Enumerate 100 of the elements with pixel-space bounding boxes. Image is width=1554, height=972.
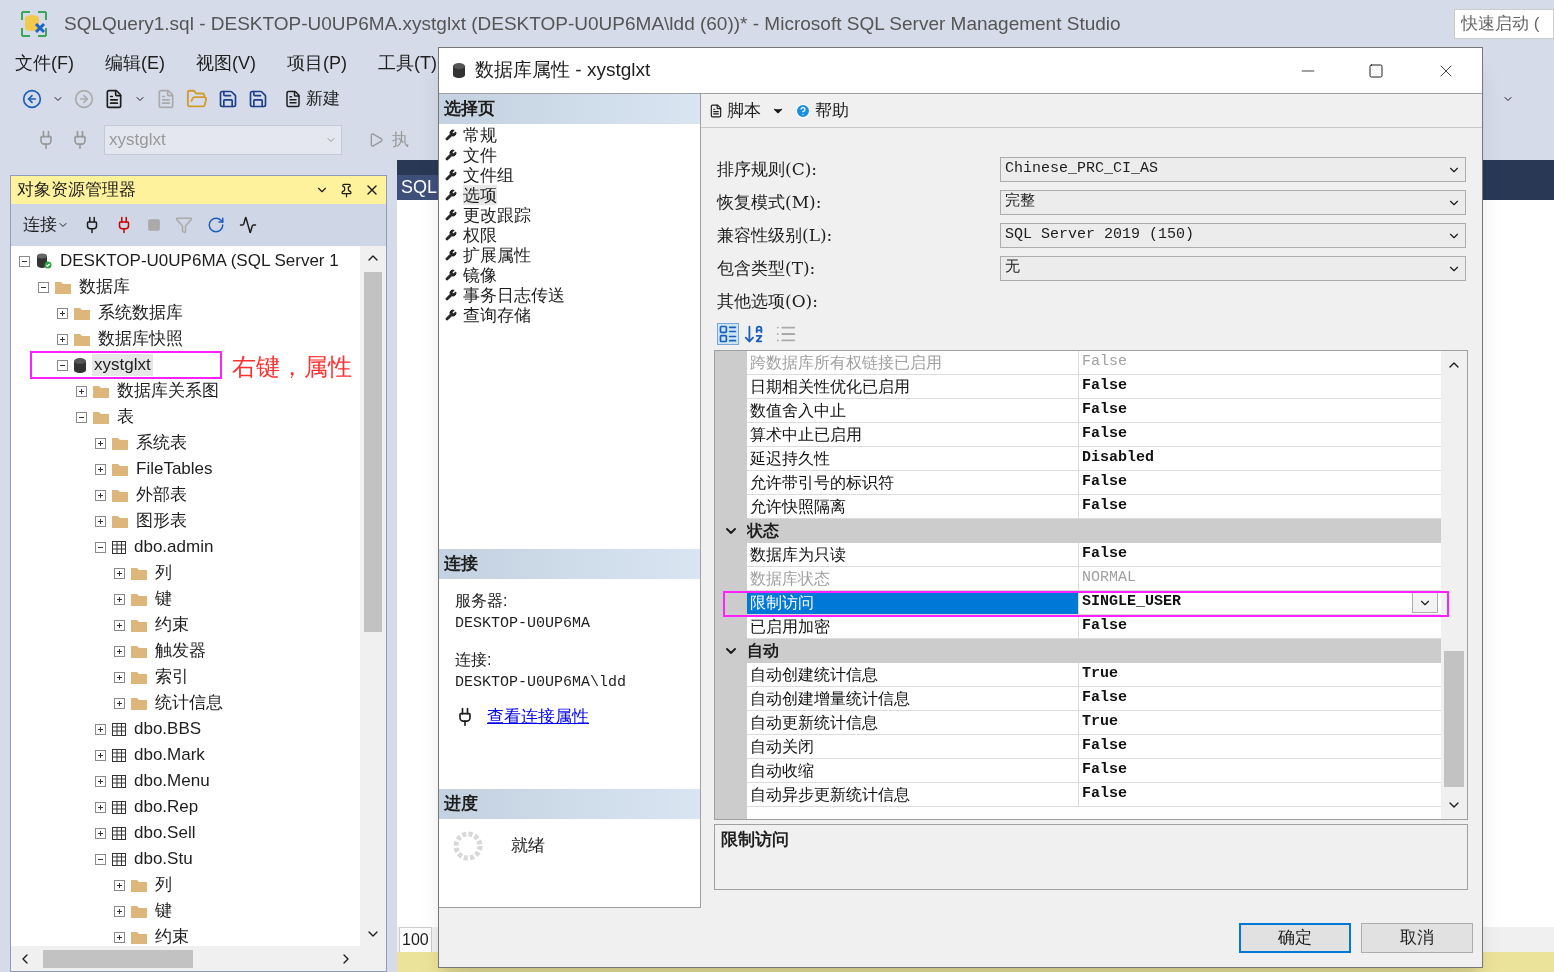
tree-item[interactable]: 图形表	[134, 510, 189, 532]
menu-item[interactable]: 编辑(E)	[105, 49, 165, 77]
tree-item[interactable]: 数据库	[77, 276, 132, 298]
collapse-toggle[interactable]	[19, 255, 30, 267]
horizontal-scrollbar[interactable]	[11, 946, 386, 971]
maximize-icon[interactable]	[1368, 62, 1384, 79]
expand-toggle[interactable]	[95, 489, 106, 501]
expand-toggle[interactable]	[114, 671, 125, 683]
property-name[interactable]: 自动创建统计信息	[747, 663, 1079, 687]
tree-item[interactable]: 列	[153, 562, 174, 584]
expand-toggle[interactable]	[114, 905, 125, 917]
tree-item[interactable]: 索引	[153, 666, 191, 688]
scrollbar-thumb[interactable]	[1444, 651, 1464, 787]
collapse-toggle[interactable]	[57, 359, 68, 371]
tree-item[interactable]: 数据库快照	[96, 328, 185, 350]
tree-item[interactable]: dbo.Rep	[132, 796, 201, 818]
page-item[interactable]: 常规	[463, 125, 497, 145]
property-name[interactable]: 自动更新统计信息	[747, 711, 1079, 735]
page-item[interactable]: 文件	[463, 145, 497, 165]
expand-toggle[interactable]	[114, 879, 125, 891]
expand-toggle[interactable]	[57, 333, 68, 345]
tree-item[interactable]: 系统表	[134, 432, 189, 454]
tree-item[interactable]: dbo.BBS	[132, 718, 204, 740]
help-button[interactable]: 帮助	[795, 97, 849, 124]
page-item[interactable]: 选项	[463, 185, 497, 205]
expand-toggle[interactable]	[95, 723, 106, 735]
tree-item[interactable]: dbo.admin	[132, 536, 216, 558]
tree-item[interactable]: dbo.Sell	[132, 822, 198, 844]
connection-properties-link[interactable]: 查看连接属性	[487, 704, 589, 730]
tree-item[interactable]: dbo.Menu	[132, 770, 212, 792]
property-name[interactable]: 自动关闭	[747, 735, 1079, 759]
sort-alphabetical-icon[interactable]	[743, 323, 765, 345]
property-name[interactable]: 数值舍入中止	[747, 399, 1079, 423]
refresh-icon[interactable]	[207, 216, 225, 234]
scrollbar-thumb[interactable]	[364, 272, 382, 632]
property-name[interactable]: 允许带引号的标识符	[747, 471, 1079, 495]
tree-item[interactable]: 列	[153, 874, 174, 896]
dialog-button[interactable]: 取消	[1361, 922, 1473, 953]
save-all-icon[interactable]	[248, 89, 268, 109]
tree-item[interactable]: DESKTOP-U0UP6MA (SQL Server 1	[58, 250, 341, 272]
category-row[interactable]: 自动	[747, 639, 1441, 663]
expand-toggle[interactable]	[57, 307, 68, 319]
dropdown-field[interactable]: 无	[1000, 256, 1466, 281]
tree-item[interactable]: 键	[153, 588, 174, 610]
expand-toggle[interactable]	[114, 931, 125, 943]
collapse-toggle[interactable]	[76, 411, 87, 423]
tree-item[interactable]: 系统数据库	[96, 302, 185, 324]
tree-item[interactable]: 表	[115, 406, 136, 428]
tree-item[interactable]: 外部表	[134, 484, 189, 506]
expand-toggle[interactable]	[114, 619, 125, 631]
expand-toggle[interactable]	[114, 567, 125, 579]
collapse-toggle[interactable]	[38, 281, 49, 293]
expand-toggle[interactable]	[95, 827, 106, 839]
property-name[interactable]: 自动创建增量统计信息	[747, 687, 1079, 711]
expand-toggle[interactable]	[95, 749, 106, 761]
pin-icon[interactable]	[339, 182, 354, 198]
page-item[interactable]: 文件组	[463, 165, 514, 185]
vertical-scrollbar[interactable]	[1441, 351, 1467, 819]
dropdown-field[interactable]: SQL Server 2019 (150)	[1000, 223, 1466, 248]
expand-toggle[interactable]	[95, 437, 106, 449]
expand-toggle[interactable]	[114, 697, 125, 709]
expand-toggle[interactable]	[76, 385, 87, 397]
back-icon[interactable]	[22, 89, 42, 109]
expand-toggle[interactable]	[95, 775, 106, 787]
tree-item[interactable]: 触发器	[153, 640, 208, 662]
menu-item[interactable]: 视图(V)	[196, 49, 256, 77]
property-name[interactable]: 限制访问	[747, 591, 1079, 615]
dropdown-field[interactable]: 完整	[1000, 190, 1466, 215]
tree-item[interactable]: 统计信息	[153, 692, 225, 714]
tree-item[interactable]: 数据库关系图	[115, 380, 221, 402]
property-name[interactable]: 数据库为只读	[747, 543, 1079, 567]
menu-item[interactable]: 项目(P)	[287, 49, 347, 77]
zoom-field[interactable]: 100	[399, 926, 432, 953]
property-name[interactable]: 自动异步更新统计信息	[747, 783, 1079, 807]
quick-launch-field[interactable]: 快速启动 (	[1454, 9, 1554, 39]
expand-toggle[interactable]	[95, 463, 106, 475]
script-button[interactable]: 脚本	[709, 97, 785, 124]
page-item[interactable]: 查询存储	[463, 305, 531, 325]
dropdown-button[interactable]	[1412, 592, 1438, 613]
dialog-button[interactable]: 确定	[1239, 922, 1351, 953]
tree-item[interactable]: 约束	[153, 926, 191, 946]
page-item[interactable]: 事务日志传送	[463, 285, 565, 305]
expand-toggle[interactable]	[95, 515, 106, 527]
connect-button[interactable]: 连接	[23, 212, 69, 238]
tree-item[interactable]: 键	[153, 900, 174, 922]
property-name[interactable]: 自动收缩	[747, 759, 1079, 783]
save-icon[interactable]	[218, 89, 238, 109]
page-item[interactable]: 权限	[463, 225, 497, 245]
tree-item[interactable]: dbo.Stu	[132, 848, 195, 870]
scrollbar-thumb[interactable]	[43, 949, 193, 968]
vertical-scrollbar[interactable]	[360, 246, 386, 946]
property-name[interactable]: 延迟持久性	[747, 447, 1079, 471]
page-item[interactable]: 镜像	[463, 265, 497, 285]
new-query-button[interactable]: 新建	[284, 86, 340, 112]
menu-item[interactable]: 工具(T)	[378, 49, 437, 77]
category-row[interactable]: 状态	[747, 519, 1441, 543]
property-name[interactable]: 算术中止已启用	[747, 423, 1079, 447]
page-item[interactable]: 更改跟踪	[463, 205, 531, 225]
activity-monitor-icon[interactable]	[239, 216, 257, 234]
collapse-toggle[interactable]	[95, 853, 106, 865]
